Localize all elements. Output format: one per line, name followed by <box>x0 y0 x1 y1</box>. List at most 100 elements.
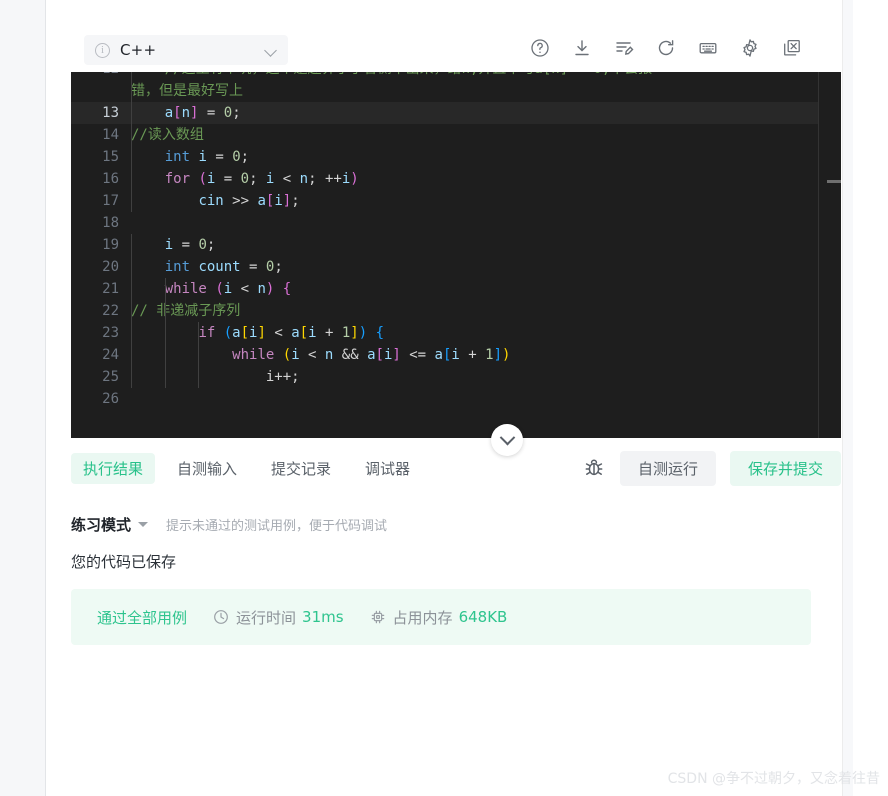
code-lines[interactable]: 12 //这主有个坑，这个题越界了手各侧不出来，给n,并且不与a[n] = 0;… <box>71 72 841 410</box>
close-windows-icon[interactable] <box>781 37 803 59</box>
code-token: while <box>232 347 275 363</box>
code-token: = <box>206 149 233 165</box>
code-token: n <box>299 171 309 187</box>
bug-icon[interactable] <box>582 456 606 480</box>
code-line[interactable]: 12 //这主有个坑，这个题越界了手各侧不出来，给n,并且不与a[n] = 0;… <box>71 72 841 102</box>
page-root: i C++ 错，但是最好写上 13 a[n] = 0; 14 //读入数组 15… <box>0 0 888 796</box>
code-token: ; <box>274 259 283 275</box>
code-line-text[interactable]: int i = 0; <box>131 146 841 168</box>
code-token: 0 <box>240 171 250 187</box>
self-test-run-button[interactable]: 自测运行 <box>619 450 716 486</box>
indent-guide <box>131 300 132 322</box>
practice-mode-row: 练习模式 提示未通过的测试用例，便于代码调试 <box>71 514 387 535</box>
code-token: < <box>299 347 325 363</box>
code-line[interactable]: 19 i = 0; <box>71 234 841 256</box>
code-line-text[interactable]: a[n] = 0; <box>131 102 841 124</box>
csdn-watermark: CSDN @争不过朝夕，又念着往昔 <box>667 771 880 787</box>
code-token: int <box>164 259 191 275</box>
indent-guide <box>131 234 132 256</box>
editor-minimap <box>818 72 819 438</box>
code-line[interactable]: 24 while (i < n && a[i] <= a[i + 1]) <box>71 344 841 366</box>
indent-guide <box>131 366 132 388</box>
indent-guide <box>164 344 166 366</box>
code-line[interactable]: 22 // 非递减子序列 <box>71 300 841 322</box>
line-number: 22 <box>102 303 119 319</box>
page-scrollbar[interactable] <box>841 0 888 796</box>
code-token: a <box>164 105 174 121</box>
pass-all-cases-label: 通过全部用例 <box>97 608 188 627</box>
memory-value: 648KB <box>458 608 508 626</box>
tab-custom-input[interactable]: 自测输入 <box>165 453 249 484</box>
code-token: < <box>265 325 292 341</box>
code-line[interactable]: 17 cin >> a[i]; <box>71 190 841 212</box>
code-token: cin <box>198 193 224 209</box>
code-token: //读入数组 <box>131 127 204 143</box>
code-token: 0 <box>223 105 233 121</box>
code-editor[interactable]: 12 //这主有个坑，这个题越界了手各侧不出来，给n,并且不与a[n] = 0;… <box>71 72 841 438</box>
page-scrollbar-rail[interactable] <box>842 0 853 796</box>
code-line-text[interactable]: i = 0; <box>131 234 841 256</box>
code-line[interactable]: 15 int i = 0; <box>71 146 841 168</box>
settings-gear-icon[interactable] <box>739 37 761 59</box>
code-line-text[interactable]: i++; <box>131 366 841 388</box>
line-number: 15 <box>102 149 119 165</box>
tab-run-result[interactable]: 执行结果 <box>71 452 156 484</box>
code-line-text[interactable]: for (i = 0; i < n; ++i) <box>131 168 841 190</box>
line-number: 14 <box>102 127 119 143</box>
code-line[interactable]: 18 <box>71 212 841 234</box>
reset-icon[interactable] <box>655 37 677 59</box>
practice-mode-hint: 提示未通过的测试用例，便于代码调试 <box>166 519 388 534</box>
tab-debugger[interactable]: 调试器 <box>353 453 422 484</box>
line-number: 26 <box>102 391 119 407</box>
chevron-down-icon[interactable] <box>138 522 149 527</box>
code-token: int <box>164 149 191 165</box>
code-token: ) <box>350 171 359 187</box>
line-number: 21 <box>102 281 119 297</box>
save-and-submit-button[interactable]: 保存并提交 <box>729 450 841 486</box>
code-line[interactable]: 25 i++; <box>71 366 841 388</box>
line-number: 12 <box>71 72 131 80</box>
line-number: 17 <box>102 193 119 209</box>
code-line-text[interactable]: cin >> a[i]; <box>131 190 841 212</box>
language-selector[interactable]: i C++ <box>84 35 288 65</box>
code-token: ] <box>350 325 359 341</box>
code-line[interactable]: 21 while (i < n) { <box>71 278 841 300</box>
code-line-text[interactable]: int count = 0; <box>131 256 841 278</box>
code-line-text[interactable]: //读入数组 <box>131 124 841 146</box>
code-line-text[interactable]: while (i < n && a[i] <= a[i + 1]) <box>131 344 841 366</box>
code-line[interactable]: 23 if (a[i] < a[i + 1]) { <box>71 322 841 344</box>
collapse-editor-button[interactable] <box>491 424 523 456</box>
runtime-label: 运行时间 <box>236 608 297 627</box>
code-token: a <box>232 325 241 341</box>
code-token: n <box>181 105 191 121</box>
code-line-text[interactable]: if (a[i] < a[i + 1]) { <box>131 322 841 344</box>
code-token: a <box>257 193 266 209</box>
line-number: 13 <box>102 105 119 121</box>
code-line-text[interactable]: // 非递减子序列 <box>131 300 841 322</box>
tab-submission-history[interactable]: 提交记录 <box>259 453 343 484</box>
keyboard-icon[interactable] <box>697 37 719 59</box>
code-token: + <box>316 325 342 341</box>
code-token: i <box>164 237 174 253</box>
code-line-text[interactable]: //这主有个坑，这个题越界了手各侧不出来，给n,并且不与a[n] = 0;不会报… <box>131 72 841 102</box>
line-number: 19 <box>102 237 119 253</box>
code-token: { <box>375 325 385 341</box>
indent-guide <box>131 124 132 146</box>
code-line[interactable]: 20 int count = 0; <box>71 256 841 278</box>
download-icon[interactable] <box>571 37 593 59</box>
code-token: a <box>367 347 376 363</box>
code-token: ] <box>392 347 401 363</box>
left-rail <box>0 0 46 796</box>
code-line[interactable]: 13 a[n] = 0; <box>71 102 841 124</box>
code-line[interactable]: 14 //读入数组 <box>71 124 841 146</box>
editor-scrollbar-thumb[interactable] <box>827 180 841 183</box>
code-line-text[interactable]: while (i < n) { <box>131 278 841 300</box>
edit-note-icon[interactable] <box>613 37 635 59</box>
code-line[interactable]: 16 for (i = 0; i < n; ++i) <box>71 168 841 190</box>
code-token: i <box>308 325 317 341</box>
help-icon[interactable] <box>529 37 551 59</box>
code-token: [ <box>240 325 250 341</box>
code-line[interactable]: 26 <box>71 388 841 410</box>
code-token: 1 <box>341 325 351 341</box>
